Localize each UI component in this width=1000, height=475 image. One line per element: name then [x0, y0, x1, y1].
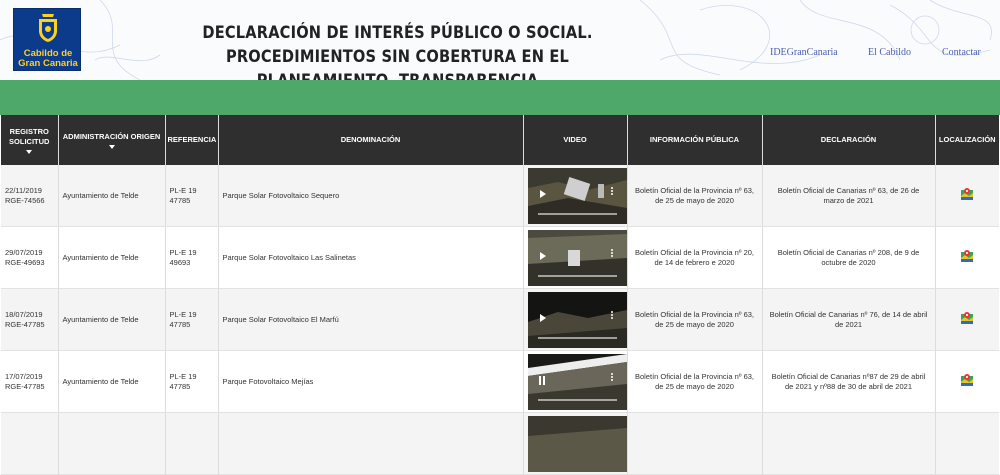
- cell-localizacion: [934, 165, 999, 227]
- link-declaracion[interactable]: Boletín Oficial de Canarias nº 76, de 14…: [761, 288, 935, 351]
- column-header-localizacion: LOCALIZACIÓN: [934, 115, 999, 165]
- play-icon[interactable]: [539, 313, 546, 322]
- cell-denominacion: Parque Fotovoltaico Mejías: [217, 350, 523, 413]
- cell-registro: 17/07/2019 RGE-47785: [1, 350, 58, 413]
- cell-video: [522, 226, 627, 289]
- video-progress-track[interactable]: [537, 336, 617, 339]
- link-info-publica[interactable]: Boletín Oficial de la Provincia nº 20, d…: [626, 226, 762, 289]
- play-icon[interactable]: [539, 251, 546, 260]
- cell-denominacion: Parque Solar Fotovoltaico Sequero: [217, 165, 523, 227]
- cell-localizacion: [934, 288, 999, 351]
- cell-registro: [1, 412, 58, 475]
- map-location-icon[interactable]: [960, 373, 974, 387]
- cell-administracion: [57, 412, 165, 475]
- cell-denominacion: [217, 412, 523, 475]
- cell-referencia: [164, 412, 218, 475]
- cell-registro: 22/11/2019 RGE-74566: [1, 165, 58, 227]
- video-progress-track[interactable]: [537, 212, 617, 215]
- video-player[interactable]: [527, 353, 627, 410]
- link-declaracion[interactable]: Boletín Oficial de Canarias nº 208, de 9…: [761, 226, 935, 289]
- video-player[interactable]: [527, 229, 627, 286]
- cell-referencia: PL-E 19 47785: [164, 165, 218, 227]
- cell-video: [522, 288, 627, 351]
- cell-localizacion: [934, 412, 999, 475]
- cell-administracion: Ayuntamiento de Telde: [57, 350, 165, 413]
- cell-localizacion: [934, 226, 999, 289]
- cell-administracion: Ayuntamiento de Telde: [57, 226, 165, 289]
- pause-icon[interactable]: [538, 375, 541, 385]
- cell-administracion: Ayuntamiento de Telde: [57, 165, 165, 227]
- cell-registro: 29/07/2019 RGE-49693: [1, 226, 58, 289]
- table-row: 22/11/2019 RGE-74566 Ayuntamiento de Telde…: [1, 165, 999, 227]
- link-declaracion[interactable]: [761, 412, 935, 475]
- more-options-icon[interactable]: [610, 248, 613, 251]
- map-location-icon[interactable]: [960, 187, 974, 201]
- cell-administracion: Ayuntamiento de Telde: [57, 288, 165, 351]
- cell-denominacion: Parque Solar Fotovoltaico El Marfú: [217, 288, 523, 351]
- column-header-registro[interactable]: REGISTRO SOLICITUD: [1, 115, 58, 165]
- link-info-publica[interactable]: [626, 412, 762, 475]
- map-location-icon[interactable]: [960, 249, 974, 263]
- map-location-icon[interactable]: [960, 311, 974, 325]
- link-info-publica[interactable]: Boletín Oficial de la Provincia nº 63, d…: [626, 350, 762, 413]
- video-thumbnail: [527, 415, 627, 472]
- column-header-declaracion: DECLARACIÓN: [761, 115, 935, 165]
- more-options-icon[interactable]: [610, 310, 613, 313]
- video-progress-track[interactable]: [537, 274, 617, 277]
- green-banner-bar: [0, 80, 1000, 115]
- cell-video: [522, 412, 627, 475]
- play-icon[interactable]: [539, 189, 546, 198]
- procedures-table: REGISTRO SOLICITUD ADMINISTRACIÓN ORIGEN…: [1, 115, 999, 475]
- table-row: 17/07/2019 RGE-47785 Ayuntamiento de Telde…: [1, 350, 999, 413]
- link-declaracion[interactable]: Boletín Oficial de Canarias nº 63, de 26…: [761, 165, 935, 227]
- sort-arrow-icon[interactable]: [108, 144, 115, 149]
- cell-localizacion: [934, 350, 999, 413]
- table-row: 29/07/2019 RGE-49693 Ayuntamiento de Telde…: [1, 226, 999, 289]
- link-info-publica[interactable]: Boletín Oficial de la Provincia nº 63, d…: [626, 288, 762, 351]
- logo-text-line2: Gran Canaria: [18, 58, 78, 69]
- video-progress-track[interactable]: [537, 398, 617, 401]
- sort-arrow-icon[interactable]: [26, 149, 33, 154]
- more-options-icon[interactable]: [610, 186, 613, 189]
- link-info-publica[interactable]: Boletín Oficial de la Provincia nº 63, d…: [626, 165, 762, 227]
- link-declaracion[interactable]: Boletín Oficial de Canarias nº87 de 29 d…: [761, 350, 935, 413]
- column-header-denominacion: DENOMINACIÓN: [217, 115, 523, 165]
- video-thumbnail: [527, 353, 627, 410]
- cell-video: [522, 165, 627, 227]
- cell-denominacion: Parque Solar Fotovoltaico Las Salinetas: [217, 226, 523, 289]
- video-player[interactable]: [527, 291, 627, 348]
- more-options-icon[interactable]: [610, 372, 613, 375]
- page-title: DECLARACIÓN DE INTERÉS PÚBLICO O SOCIAL.…: [202, 23, 593, 80]
- cell-referencia: PL-E 19 49693: [164, 226, 218, 289]
- cell-referencia: PL-E 19 47785: [164, 288, 218, 351]
- nav-link-idegrancanaria[interactable]: IDEGranCanaria: [770, 47, 838, 58]
- column-header-info-publica: INFORMACIÓN PÚBLICA: [626, 115, 762, 165]
- table-row: 18/07/2019 RGE-47785 Ayuntamiento de Telde…: [1, 288, 999, 351]
- cabildo-logo[interactable]: Cabildo de Gran Canaria: [13, 8, 81, 71]
- column-header-video: VIDEO: [522, 115, 627, 165]
- column-header-referencia: REFERENCIA: [164, 115, 218, 165]
- table-row: [1, 412, 999, 475]
- video-player[interactable]: [527, 167, 627, 224]
- column-header-administracion[interactable]: ADMINISTRACIÓN ORIGEN: [57, 115, 165, 165]
- nav-link-el-cabildo[interactable]: El Cabildo: [868, 47, 911, 58]
- cell-registro: 18/07/2019 RGE-47785: [1, 288, 58, 351]
- cell-referencia: PL-E 19 47785: [164, 350, 218, 413]
- table-header-row: REGISTRO SOLICITUD ADMINISTRACIÓN ORIGEN…: [1, 115, 999, 165]
- video-player[interactable]: [527, 415, 627, 472]
- cell-video: [522, 350, 627, 413]
- coat-of-arms-icon: [39, 14, 57, 42]
- site-header: Cabildo de Gran Canaria DECLARACIÓN DE I…: [0, 0, 1000, 80]
- nav-link-contactar[interactable]: Contactar: [942, 47, 981, 58]
